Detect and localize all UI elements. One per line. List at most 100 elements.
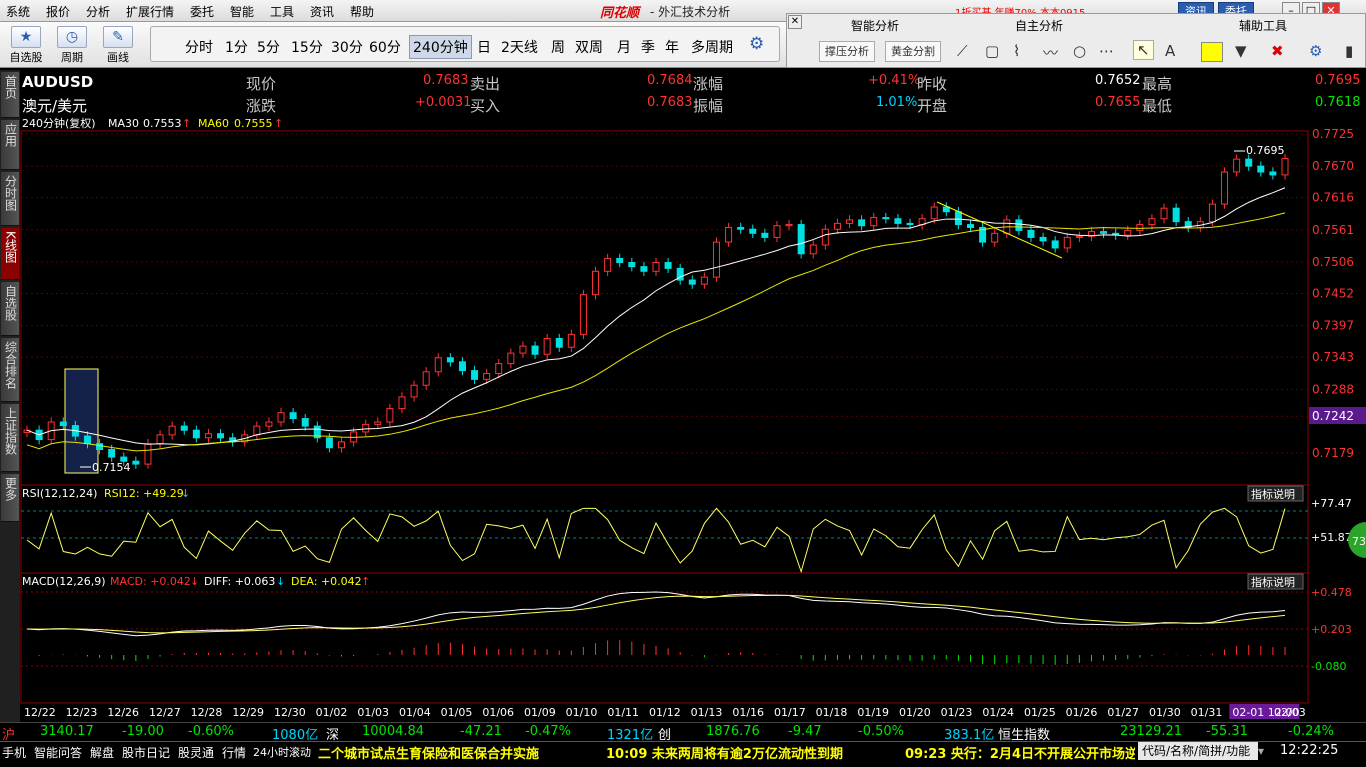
candle-body (277, 412, 285, 423)
status-24h[interactable]: 24小时滚动 (253, 744, 311, 760)
chart-grid (21, 133, 1308, 454)
date-label: 01/17 (774, 706, 806, 719)
diff-down-arrow-icon: ↓ (276, 575, 285, 588)
candle-body (797, 224, 805, 255)
candle-body (749, 228, 757, 234)
index-ticker-item: 10004.84 (362, 724, 425, 739)
date-label: 12/22 (24, 706, 56, 719)
status-bar: 手机 智能问答 解盘 股市日记 股灵通 行情 24小时滚动 二个城市试点生育保险… (0, 741, 1366, 767)
date-label: 12/27 (149, 706, 181, 719)
news-ticker-3[interactable]: 09:23 央行：2月4日不开展公开市场逆回购操作 (905, 743, 1135, 762)
candle-body (930, 206, 938, 220)
date-label: 01/25 (1024, 706, 1056, 719)
candle-body (1051, 240, 1059, 249)
candle-body (761, 232, 769, 238)
ma60-legend-name: MA60 (198, 117, 229, 130)
date-label: 01/12 (649, 706, 681, 719)
date-label: 01/30 (1149, 706, 1181, 719)
rsi-down-arrow-icon: ↓ (181, 487, 190, 500)
candle-body (640, 266, 648, 272)
candle-body (483, 373, 491, 380)
code-search-input[interactable]: 代码/名称/简拼/功能 (1138, 742, 1258, 760)
candle-body (954, 211, 962, 226)
candle-body (592, 270, 600, 296)
candle-body (991, 232, 999, 243)
candle-body (604, 257, 612, 272)
price-tick-label: 0.7397 (1312, 319, 1354, 333)
ma30-line (26, 187, 1286, 446)
candle-body (1221, 171, 1229, 205)
price-tick-label: 0.7670 (1312, 159, 1354, 173)
candle-body (1257, 165, 1265, 173)
candle-body (870, 217, 878, 227)
index-ticker-item: -19.00 (122, 724, 164, 739)
macd-tick-top: +0.478 (1311, 586, 1352, 599)
index-ticker-item: -0.50% (858, 724, 904, 739)
candle-body (519, 345, 527, 354)
candle-body (132, 460, 140, 465)
status-lingtong[interactable]: 股灵通 (178, 744, 214, 761)
rsi-line (26, 507, 1286, 574)
candle-body (458, 361, 466, 372)
ma30-legend-name: MA30 (108, 117, 139, 130)
candle-body (108, 448, 116, 458)
code-dropdown-icon[interactable]: ▾ (1258, 744, 1264, 758)
candle-body (785, 224, 793, 227)
status-mobile[interactable]: 手机 (2, 744, 26, 761)
price-tick-label: 0.7452 (1312, 287, 1354, 301)
candle-body (180, 425, 188, 431)
status-market[interactable]: 行情 (222, 744, 246, 761)
chart-period-title: 240分钟(复权) (22, 116, 96, 130)
date-label: 01/05 (441, 706, 473, 719)
candle-body (725, 226, 733, 243)
index-ticker-item: -9.47 (788, 724, 822, 739)
candle-body (942, 206, 950, 213)
index-ticker: 沪 3140.17 -19.00 -0.60% 1080亿深 10004.84 -47.21… (0, 722, 1366, 743)
macd-help-text: 指标说明 (1251, 575, 1295, 589)
candle-body (289, 412, 297, 420)
selection-highlight-box (64, 368, 99, 474)
candle-body (579, 294, 587, 335)
candle-body (906, 222, 914, 226)
date-label: 01/04 (399, 706, 431, 719)
current-price-tag-text: 0.7242 (1312, 409, 1354, 423)
candle-body (737, 226, 745, 230)
candle-body (192, 429, 200, 439)
candle-body (1245, 158, 1253, 167)
status-analysis[interactable]: 解盘 (90, 744, 114, 761)
chart-frame (20, 130, 1309, 704)
kline-chart[interactable]: 240分钟(复权) MA30 0.7553 ↑ MA60 0.7555 ↑ 0.… (0, 0, 1366, 767)
candle-body (507, 352, 515, 365)
rsi-tick-lower: +51.87 (1311, 531, 1352, 544)
date-label: 12/29 (232, 706, 264, 719)
date-label: 01/27 (1107, 706, 1139, 719)
news-ticker-2[interactable]: 10:09 未来两周将有逾2万亿流动性到期 (606, 743, 843, 762)
drawn-trend-line (936, 201, 1063, 259)
date-label: 01/11 (607, 706, 639, 719)
candle-body (398, 396, 406, 410)
status-qa[interactable]: 智能问答 (34, 744, 82, 761)
candle-body (858, 219, 866, 227)
candle-body (664, 262, 672, 269)
macd-dea-line (26, 594, 1286, 634)
candle-body (688, 279, 696, 285)
candle-body (1269, 171, 1277, 176)
candle-body (325, 437, 333, 449)
candle-body (59, 421, 67, 427)
candle-body (422, 371, 430, 386)
candle-body (712, 241, 720, 278)
news-ticker-1[interactable]: 二个城市试点生育保险和医保合并实施 (318, 743, 539, 762)
status-diary[interactable]: 股市日记 (122, 744, 170, 761)
candle-body (1075, 235, 1083, 238)
candle-body (253, 425, 261, 436)
ma60-up-arrow-icon: ↑ (274, 117, 283, 130)
dea-up-arrow-icon: ↑ (361, 575, 370, 588)
candle-body (1208, 203, 1216, 223)
date-label: 01/10 (566, 706, 598, 719)
rsi-legend: RSI12: +49.29 (104, 487, 184, 500)
date-label: 01/02 (316, 706, 348, 719)
date-axis: 12/22 12/23 12/26 12/27 12/28 12/29 12/30 01/02… (24, 704, 1306, 719)
date-label: 01/09 (524, 706, 556, 719)
price-tick-label: 0.7725 (1312, 127, 1354, 141)
candle-body (471, 370, 479, 380)
